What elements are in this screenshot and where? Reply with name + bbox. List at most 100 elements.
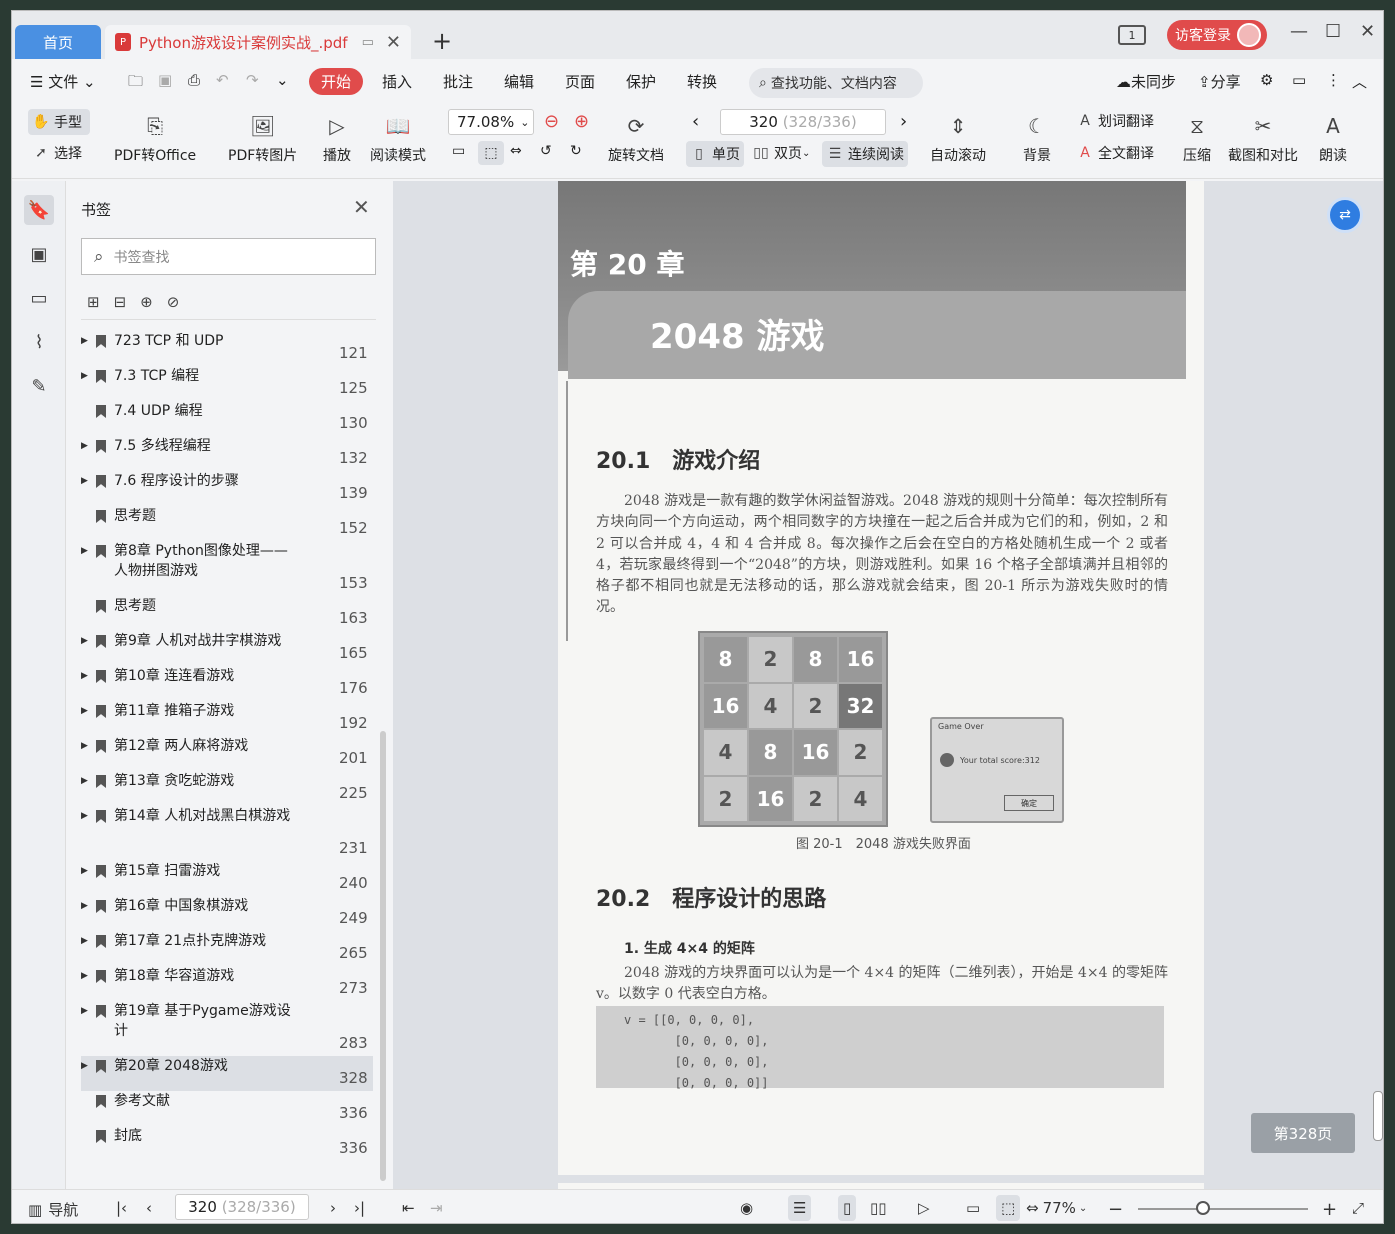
window-count-indicator[interactable]: 1 — [1118, 25, 1146, 45]
single-page-mode-icon[interactable]: ▯ — [838, 1195, 857, 1221]
next-page-icon[interactable]: › — [330, 1199, 336, 1217]
expand-arrow-icon[interactable]: ▶ — [81, 441, 88, 451]
expand-arrow-icon[interactable]: ▶ — [81, 776, 88, 786]
auto-scroll-button[interactable]: ⇕ 自动滚动 — [930, 111, 986, 165]
double-page-button[interactable]: ▯▯ 双页 ⌄ — [752, 143, 810, 163]
fullscreen-icon[interactable]: ⤢ — [1352, 1199, 1364, 1217]
single-page-button[interactable]: ▯ 单页 — [686, 141, 744, 167]
first-page-icon[interactable]: |‹ — [116, 1199, 127, 1217]
bookmark-item[interactable]: ▶ 第15章 扫雷游戏 240 — [81, 861, 373, 896]
expand-arrow-icon[interactable]: ▶ — [81, 546, 88, 556]
bookmark-item[interactable]: 封底 336 — [81, 1126, 373, 1161]
expand-arrow-icon[interactable]: ▶ — [81, 1006, 88, 1016]
tab-edit[interactable]: 编辑 — [504, 71, 534, 92]
expand-arrow-icon[interactable]: ▶ — [81, 811, 88, 821]
tab-insert[interactable]: 插入 — [382, 71, 412, 92]
expand-arrow-icon[interactable]: ▶ — [81, 741, 88, 751]
add-bookmark-icon[interactable]: ⊕ — [140, 293, 153, 311]
redo-icon[interactable]: ↷ — [246, 71, 259, 89]
back-icon[interactable]: ⇤ — [402, 1199, 415, 1217]
bookmark-item[interactable]: ▶ 第20章 2048游戏 328 — [81, 1056, 373, 1091]
forward-icon[interactable]: ⇥ — [430, 1199, 443, 1217]
rotate-left-icon[interactable]: ↺ — [540, 143, 552, 159]
actual-size-icon[interactable]: ▭ — [452, 143, 465, 159]
pdf-to-office-button[interactable]: ⎘ PDF转Office — [114, 111, 196, 165]
expand-arrow-icon[interactable]: ▶ — [81, 336, 88, 346]
bookmark-item[interactable]: ▶ 第19章 基于Pygame游戏设计 283 — [81, 1001, 373, 1056]
play-button[interactable]: ▷ 播放 — [322, 111, 352, 165]
page-number-input[interactable]: 320 (328/336) — [720, 109, 886, 135]
expand-arrow-icon[interactable]: ▶ — [81, 671, 88, 681]
fit-page-icon[interactable]: ⬚ — [478, 141, 504, 165]
status-page-input[interactable]: 320 (328/336) — [175, 1194, 309, 1220]
expand-arrow-icon[interactable]: ▶ — [81, 901, 88, 911]
actual-size-icon[interactable]: ▭ — [966, 1199, 980, 1217]
select-tool-button[interactable]: ➚ 选择 — [32, 143, 82, 163]
bookmark-item[interactable]: ▶ 第17章 21点扑克牌游戏 265 — [81, 931, 373, 966]
close-tab-icon[interactable]: ✕ — [386, 32, 401, 53]
expand-arrow-icon[interactable]: ▶ — [81, 866, 88, 876]
pin-icon[interactable]: ▭ — [362, 35, 374, 50]
tab-home[interactable]: 首页 — [15, 25, 101, 59]
full-translate-button[interactable]: A 全文翻译 — [1076, 143, 1154, 163]
sync-status[interactable]: ☁未同步 — [1116, 71, 1176, 92]
zoom-select[interactable]: 77.08% ⌄ — [448, 109, 534, 135]
bookmark-item[interactable]: 思考题 152 — [81, 506, 373, 541]
zoom-out-icon[interactable]: ⊖ — [544, 111, 559, 132]
screenshot-compare-button[interactable]: ✂ 截图和对比 — [1228, 111, 1298, 165]
bookmark-search-input[interactable]: ⌕ 书签查找 — [81, 238, 376, 275]
undo-icon[interactable]: ↶ — [216, 71, 229, 89]
zoom-select[interactable]: ⇔ 77% ⌄ — [1026, 1199, 1087, 1217]
feature-search[interactable]: ⌕ 查找功能、文档内容 — [749, 68, 923, 98]
bookmark-item[interactable]: ▶ 第11章 推箱子游戏 192 — [81, 701, 373, 736]
bookmark-item[interactable]: ▶ 第18章 华容道游戏 273 — [81, 966, 373, 1001]
bookmark-item[interactable]: 参考文献 336 — [81, 1091, 373, 1126]
compress-button[interactable]: ⧖ 压缩 — [1182, 111, 1212, 165]
fit-page-icon[interactable]: ⬚ — [996, 1195, 1021, 1221]
play-icon[interactable]: ▷ — [918, 1199, 930, 1217]
hand-tool-button[interactable]: ✋ 手型 — [28, 109, 90, 135]
bookmark-item[interactable]: 思考题 163 — [81, 596, 373, 631]
zoom-slider-track[interactable] — [1138, 1208, 1308, 1210]
comment-icon[interactable]: ▭ — [1292, 71, 1306, 89]
expand-all-icon[interactable]: ⊞ — [87, 293, 100, 311]
tab-protect[interactable]: 保护 — [626, 71, 656, 92]
tab-page[interactable]: 页面 — [565, 71, 595, 92]
file-menu[interactable]: ☰ 文件 ⌄ — [30, 71, 96, 92]
close-icon[interactable]: ✕ — [353, 195, 370, 219]
prev-page-icon[interactable]: ‹ — [146, 1199, 152, 1217]
thumbnail-icon[interactable]: ▣ — [24, 239, 54, 269]
bookmark-scrollbar[interactable] — [380, 731, 386, 1181]
bookmark-item[interactable]: 7.4 UDP 编程 130 — [81, 401, 373, 436]
document-scrollbar[interactable] — [1373, 1091, 1383, 1141]
navigation-toggle[interactable]: ▥ 导航 — [28, 1199, 78, 1220]
bookmark-item[interactable]: ▶ 第12章 两人麻将游戏 201 — [81, 736, 373, 771]
bookmark-item[interactable]: ▶ 第16章 中国象棋游戏 249 — [81, 896, 373, 931]
bookmark-item[interactable]: ▶ 7.3 TCP 编程 125 — [81, 366, 373, 401]
bookmark-item[interactable]: ▶ 723 TCP 和 UDP 121 — [81, 331, 373, 366]
bookmark-item[interactable]: ▶ 第8章 Python图像处理——人物拼图游戏 153 — [81, 541, 373, 596]
expand-arrow-icon[interactable]: ▶ — [81, 1061, 88, 1071]
delete-bookmark-icon[interactable]: ⊘ — [167, 293, 180, 311]
continuous-mode-icon[interactable]: ☰ — [788, 1195, 812, 1221]
save-icon[interactable]: ▣ — [158, 71, 172, 89]
minimize-icon[interactable]: — — [1290, 21, 1308, 42]
next-page-icon[interactable]: › — [900, 111, 907, 132]
bookmark-item[interactable]: ▶ 第10章 连连看游戏 176 — [81, 666, 373, 701]
guest-login-button[interactable]: 访客登录 — [1167, 20, 1267, 50]
pdf-to-image-button[interactable]: 🖼 PDF转图片 — [228, 111, 297, 165]
bookmark-item[interactable]: ▶ 7.6 程序设计的步骤 139 — [81, 471, 373, 506]
fit-width-icon[interactable]: ⇔ — [510, 143, 522, 159]
bookmark-item[interactable]: ▶ 第13章 贪吃蛇游戏 225 — [81, 771, 373, 806]
expand-arrow-icon[interactable]: ▶ — [81, 476, 88, 486]
open-icon[interactable]: 🗀 — [128, 71, 143, 96]
continuous-read-button[interactable]: ☰ 连续阅读 — [822, 141, 908, 167]
bookmark-item[interactable]: ▶ 7.5 多线程编程 132 — [81, 436, 373, 471]
collapse-ribbon-icon[interactable]: ︿ — [1352, 71, 1367, 92]
expand-arrow-icon[interactable]: ▶ — [81, 371, 88, 381]
annotation-icon[interactable]: ▭ — [24, 283, 54, 313]
expand-arrow-icon[interactable]: ▶ — [81, 936, 88, 946]
rotate-right-icon[interactable]: ↻ — [570, 143, 582, 159]
zoom-slider-handle[interactable] — [1196, 1201, 1210, 1215]
read-mode-button[interactable]: 📖 阅读模式 — [370, 111, 426, 165]
